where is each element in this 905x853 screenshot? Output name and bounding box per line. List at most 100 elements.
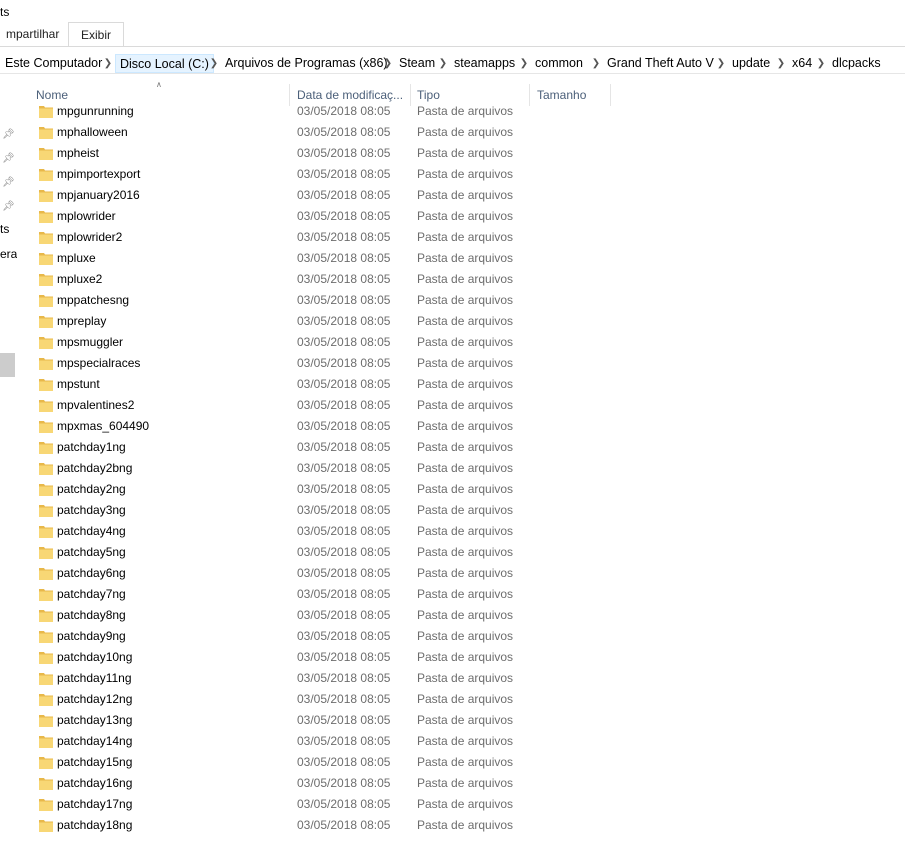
tab-exibir[interactable]: Exibir: [68, 22, 124, 46]
chevron-right-icon[interactable]: ❯: [383, 54, 393, 73]
file-name: patchday6ng: [57, 566, 126, 580]
table-row[interactable]: patchday6ng 03/05/2018 08:05 Pasta de arqu…: [28, 563, 628, 584]
table-row[interactable]: mpheist 03/05/2018 08:05 Pasta de arquivos: [28, 143, 628, 164]
crumb-dlcpacks[interactable]: dlcpacks: [828, 54, 885, 73]
table-row[interactable]: mpvalentines2 03/05/2018 08:05 Pasta de ar…: [28, 395, 628, 416]
crumb-arquivos-de-programas[interactable]: Arquivos de Programas (x86): [221, 54, 392, 73]
table-row[interactable]: patchday13ng 03/05/2018 08:05 Pasta de arq…: [28, 710, 628, 731]
folder-icon: [39, 736, 53, 748]
ribbon-tabs: mpartilhar Exibir: [0, 22, 905, 46]
pin-icon[interactable]: 📌︎: [2, 177, 15, 189]
table-row[interactable]: patchday8ng 03/05/2018 08:05 Pasta de arqu…: [28, 605, 628, 626]
chevron-right-icon[interactable]: ❯: [716, 54, 726, 73]
pin-icon[interactable]: 📌︎: [2, 129, 15, 141]
file-date-modified: 03/05/2018 08:05: [297, 671, 391, 685]
table-row[interactable]: mpgunrunning 03/05/2018 08:05 Pasta de arq…: [28, 101, 628, 122]
table-row[interactable]: mplowrider 03/05/2018 08:05 Pasta de arqui…: [28, 206, 628, 227]
table-row[interactable]: patchday2bng 03/05/2018 08:05 Pasta de arq…: [28, 458, 628, 479]
chevron-right-icon[interactable]: ❯: [591, 54, 601, 73]
table-row[interactable]: mpluxe 03/05/2018 08:05 Pasta de arquivos: [28, 248, 628, 269]
file-name: mpsmuggler: [57, 335, 124, 349]
table-row[interactable]: patchday2ng 03/05/2018 08:05 Pasta de arqu…: [28, 479, 628, 500]
crumb-steam[interactable]: Steam: [395, 54, 439, 73]
pin-icon[interactable]: 📌︎: [2, 153, 15, 165]
table-row[interactable]: mphalloween 03/05/2018 08:05 Pasta de arqu…: [28, 122, 628, 143]
crumb-este-computador[interactable]: Este Computador: [1, 54, 106, 73]
file-date-modified: 03/05/2018 08:05: [297, 293, 391, 307]
table-row[interactable]: mppatchesng 03/05/2018 08:05 Pasta de arqu…: [28, 290, 628, 311]
chevron-right-icon[interactable]: ❯: [816, 54, 826, 73]
file-type: Pasta de arquivos: [417, 776, 514, 790]
file-date-modified: 03/05/2018 08:05: [297, 356, 391, 370]
folder-icon: [39, 757, 53, 769]
tab-compartilhar[interactable]: mpartilhar: [0, 22, 62, 46]
crumb-gta-v[interactable]: Grand Theft Auto V: [603, 54, 718, 73]
table-row[interactable]: patchday5ng 03/05/2018 08:05 Pasta de arqu…: [28, 542, 628, 563]
table-row[interactable]: mpspecialraces 03/05/2018 08:05 Pasta de a…: [28, 353, 628, 374]
chevron-right-icon[interactable]: ❯: [438, 54, 448, 73]
table-row[interactable]: patchday1ng 03/05/2018 08:05 Pasta de arqu…: [28, 437, 628, 458]
crumb-update[interactable]: update: [728, 54, 774, 73]
chevron-right-icon[interactable]: ❯: [519, 54, 529, 73]
nav-item-selected[interactable]: [0, 353, 15, 377]
file-type: Pasta de arquivos: [417, 272, 514, 286]
table-row[interactable]: patchday17ng 03/05/2018 08:05 Pasta de arq…: [28, 794, 628, 815]
table-row[interactable]: patchday7ng 03/05/2018 08:05 Pasta de arqu…: [28, 584, 628, 605]
file-name: mpheist: [57, 146, 100, 160]
file-date-modified: 03/05/2018 08:05: [297, 377, 391, 391]
table-row[interactable]: patchday15ng 03/05/2018 08:05 Pasta de arq…: [28, 752, 628, 773]
crumb-x64[interactable]: x64: [788, 54, 816, 73]
file-type: Pasta de arquivos: [417, 230, 514, 244]
file-type: Pasta de arquivos: [417, 671, 514, 685]
file-name: patchday18ng: [57, 818, 133, 832]
table-row[interactable]: mpluxe2 03/05/2018 08:05 Pasta de arquivos: [28, 269, 628, 290]
folder-icon: [39, 526, 53, 538]
table-row[interactable]: mpxmas_604490 03/05/2018 08:05 Pasta de ar…: [28, 416, 628, 437]
file-name: patchday10ng: [57, 650, 133, 664]
table-row[interactable]: patchday12ng 03/05/2018 08:05 Pasta de arq…: [28, 689, 628, 710]
table-row[interactable]: patchday4ng 03/05/2018 08:05 Pasta de arqu…: [28, 521, 628, 542]
folder-icon: [39, 589, 53, 601]
table-row[interactable]: mplowrider2 03/05/2018 08:05 Pasta de arqu…: [28, 227, 628, 248]
chevron-right-icon[interactable]: ❯: [776, 54, 786, 73]
folder-icon: [39, 127, 53, 139]
file-date-modified: 03/05/2018 08:05: [297, 272, 391, 286]
table-row[interactable]: mpimportexport 03/05/2018 08:05 Pasta de a…: [28, 164, 628, 185]
table-row[interactable]: mpreplay 03/05/2018 08:05 Pasta de arquivo…: [28, 311, 628, 332]
table-row[interactable]: mpsmuggler 03/05/2018 08:05 Pasta de arqui…: [28, 332, 628, 353]
table-row[interactable]: mpstunt 03/05/2018 08:05 Pasta de arquivos: [28, 374, 628, 395]
file-name: mplowrider2: [57, 230, 123, 244]
file-date-modified: 03/05/2018 08:05: [297, 566, 391, 580]
nav-item-fragment[interactable]: ts: [0, 222, 17, 236]
file-date-modified: 03/05/2018 08:05: [297, 419, 391, 433]
table-row[interactable]: patchday9ng 03/05/2018 08:05 Pasta de arqu…: [28, 626, 628, 647]
table-row[interactable]: patchday14ng 03/05/2018 08:05 Pasta de arq…: [28, 731, 628, 752]
crumb-common[interactable]: common: [531, 54, 587, 73]
file-name: patchday14ng: [57, 734, 133, 748]
pin-icon[interactable]: 📌︎: [2, 201, 15, 213]
crumb-disco-local[interactable]: Disco Local (C:): [115, 54, 214, 73]
breadcrumb[interactable]: Este Computador ❯ Disco Local (C:) ❯ Arq…: [0, 53, 905, 74]
file-name: mpluxe2: [57, 272, 103, 286]
table-row[interactable]: patchday18ng 03/05/2018 08:05 Pasta de arq…: [28, 815, 628, 836]
file-name: mphalloween: [57, 125, 128, 139]
file-date-modified: 03/05/2018 08:05: [297, 209, 391, 223]
table-row[interactable]: mpjanuary2016 03/05/2018 08:05 Pasta de ar…: [28, 185, 628, 206]
table-row[interactable]: patchday11ng 03/05/2018 08:05 Pasta de arq…: [28, 668, 628, 689]
file-type: Pasta de arquivos: [417, 440, 514, 454]
file-type: Pasta de arquivos: [417, 188, 514, 202]
chevron-right-icon[interactable]: ❯: [209, 54, 219, 73]
crumb-steamapps[interactable]: steamapps: [450, 54, 519, 73]
table-row[interactable]: patchday10ng 03/05/2018 08:05 Pasta de arq…: [28, 647, 628, 668]
file-type: Pasta de arquivos: [417, 125, 514, 139]
folder-icon: [39, 715, 53, 727]
nav-item-fragment[interactable]: era: [0, 247, 17, 261]
folder-icon: [39, 148, 53, 160]
navigation-pane[interactable]: 📌︎ 📌︎ 📌︎ 📌︎ ts era: [0, 74, 17, 853]
table-row[interactable]: patchday16ng 03/05/2018 08:05 Pasta de arq…: [28, 773, 628, 794]
file-type: Pasta de arquivos: [417, 713, 514, 727]
chevron-right-icon[interactable]: ❯: [103, 54, 113, 73]
file-name: mpjanuary2016: [57, 188, 140, 202]
file-name: mpgunrunning: [57, 104, 134, 118]
table-row[interactable]: patchday3ng 03/05/2018 08:05 Pasta de arqu…: [28, 500, 628, 521]
